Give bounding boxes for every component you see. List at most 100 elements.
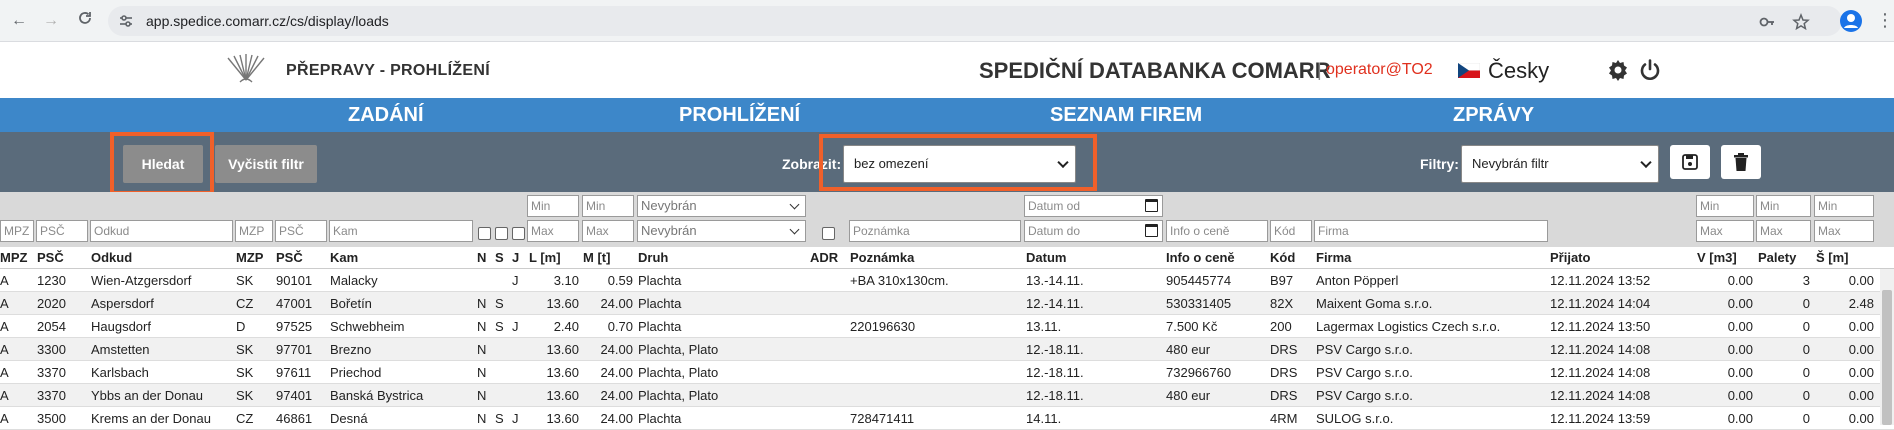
- col-header-adr[interactable]: ADR: [810, 250, 838, 265]
- table-row[interactable]: A 2054 Haugsdorf D 97525 Schwebheim N S J 2.40 0.7…: [0, 315, 1894, 338]
- psc-to-input[interactable]: PSČ: [275, 220, 327, 242]
- price-info-input[interactable]: Info o ceně: [1166, 220, 1268, 242]
- mpz-input[interactable]: MPZ: [0, 220, 34, 242]
- col-header-mpz[interactable]: MPZ: [0, 250, 27, 265]
- col-header-n[interactable]: N: [477, 250, 486, 265]
- cell-kam: Banská Bystrica: [330, 388, 424, 403]
- pallets-min-input[interactable]: Min: [1756, 195, 1811, 217]
- col-header-s[interactable]: S: [495, 250, 504, 265]
- weight-max-input[interactable]: Max: [582, 220, 634, 242]
- mzp-input[interactable]: MZP: [235, 220, 273, 242]
- table-row[interactable]: A 1230 Wien-Atzgersdorf SK 90101 Malacky J 3.10…: [0, 269, 1894, 292]
- date-to-value: Datum do: [1028, 224, 1081, 238]
- cell-mpz: A: [0, 411, 9, 426]
- col-header-kod[interactable]: Kód: [1270, 250, 1295, 265]
- table-row[interactable]: A 2020 Aspersdorf CZ 47001 Bořetín N S 13.60 24.0…: [0, 292, 1894, 315]
- cell-psc: 2054: [37, 319, 66, 334]
- volume-min-input[interactable]: Min: [1696, 195, 1754, 217]
- nav-item-zadani[interactable]: ZADÁNÍ: [348, 104, 424, 127]
- filters-label: Filtry:: [1420, 156, 1459, 172]
- col-header-odkud[interactable]: Odkud: [91, 250, 132, 265]
- col-header-psc-to[interactable]: PSČ: [276, 250, 303, 265]
- nav-item-zpravy[interactable]: ZPRÁVY: [1453, 104, 1534, 127]
- calendar-icon[interactable]: [1145, 199, 1158, 212]
- kebab-menu-icon[interactable]: ⋮: [1876, 10, 1894, 31]
- table-row[interactable]: A 3500 Krems an der Donau CZ 46861 Desná N S J 13…: [0, 407, 1894, 430]
- profile-icon[interactable]: [1840, 10, 1862, 32]
- col-header-psc[interactable]: PSČ: [37, 250, 64, 265]
- psc-from-input[interactable]: PSČ: [36, 220, 88, 242]
- site-settings-icon[interactable]: [118, 13, 134, 29]
- gear-icon[interactable]: [1606, 58, 1630, 82]
- date-to-input[interactable]: Datum do: [1024, 220, 1163, 242]
- language-selector[interactable]: Česky: [1488, 58, 1549, 84]
- cell-mpz: A: [0, 342, 9, 357]
- col-header-width[interactable]: Š [m]: [1816, 250, 1849, 265]
- nav-item-prohlizeni[interactable]: PROHLÍŽENÍ: [679, 104, 800, 127]
- col-header-datum[interactable]: Datum: [1026, 250, 1066, 265]
- col-header-druh[interactable]: Druh: [638, 250, 668, 265]
- col-header-j[interactable]: J: [512, 250, 519, 265]
- druh-select-bottom-value: Nevybrán: [641, 223, 697, 238]
- logo-icon[interactable]: [220, 52, 272, 86]
- checkbox-adr[interactable]: [822, 227, 835, 240]
- kam-input[interactable]: Kam: [329, 220, 473, 242]
- star-icon[interactable]: [1792, 13, 1810, 31]
- table-row[interactable]: A 3300 Amstetten SK 97701 Brezno N 13.60 24.00 Pl…: [0, 338, 1894, 361]
- volume-max-input[interactable]: Max: [1696, 220, 1754, 242]
- back-arrow-icon[interactable]: ←: [8, 10, 30, 32]
- cell-prijato: 12.11.2024 14:08: [1550, 365, 1651, 380]
- poznamka-input[interactable]: Poznámka: [849, 220, 1021, 242]
- flag-cz-icon[interactable]: [1458, 63, 1480, 78]
- col-header-weight[interactable]: M [t]: [583, 250, 610, 265]
- checkbox-s[interactable]: [495, 227, 508, 240]
- table-row[interactable]: A 3370 Ybbs an der Donau SK 97401 Banská Byst…: [0, 384, 1894, 407]
- delete-filter-button[interactable]: [1721, 145, 1761, 179]
- length-max-input[interactable]: Max: [527, 220, 579, 242]
- cell-kod: B97: [1270, 273, 1294, 288]
- col-header-mzp[interactable]: MZP: [236, 250, 263, 265]
- cell-n: N: [477, 411, 487, 426]
- druh-select-top[interactable]: Nevybrán: [637, 195, 806, 217]
- druh-select-bottom[interactable]: Nevybrán: [637, 220, 806, 242]
- col-header-prijato[interactable]: Přijato: [1550, 250, 1590, 265]
- cell-mzp: SK: [236, 342, 254, 357]
- col-header-firma[interactable]: Firma: [1316, 250, 1351, 265]
- checkbox-j[interactable]: [512, 227, 525, 240]
- weight-min-input[interactable]: Min: [582, 195, 634, 217]
- width-min-input[interactable]: Min: [1814, 195, 1874, 217]
- length-min-input[interactable]: Min: [527, 195, 579, 217]
- cell-info: 905445774: [1166, 273, 1232, 288]
- checkbox-n[interactable]: [478, 227, 491, 240]
- pallets-max-input[interactable]: Max: [1756, 220, 1811, 242]
- scrollbar-thumb[interactable]: [1882, 290, 1892, 425]
- operator-label[interactable]: operator@TO2: [1326, 61, 1433, 79]
- reload-icon[interactable]: [74, 10, 96, 32]
- filters-select[interactable]: Nevybrán filtr: [1461, 145, 1659, 183]
- cell-width: 0.00: [1848, 365, 1874, 380]
- col-header-length[interactable]: L [m]: [529, 250, 561, 265]
- col-header-info[interactable]: Info o ceně: [1166, 250, 1235, 265]
- calendar-icon[interactable]: [1145, 224, 1158, 237]
- cell-druh: Plachta: [638, 319, 682, 334]
- cell-prijato: 12.11.2024 14:08: [1550, 342, 1651, 357]
- forward-arrow-icon[interactable]: →: [40, 10, 62, 32]
- address-bar[interactable]: app.spedice.comarr.cz/cs/display/loads: [108, 6, 1842, 36]
- code-input[interactable]: Kód: [1270, 220, 1312, 242]
- col-header-poznamka[interactable]: Poznámka: [850, 250, 914, 265]
- save-filter-button[interactable]: [1670, 145, 1710, 179]
- nav-item-seznam-firem[interactable]: SEZNAM FIREM: [1050, 104, 1202, 127]
- width-max-input[interactable]: Max: [1814, 220, 1874, 242]
- odkud-input[interactable]: Odkud: [90, 220, 233, 242]
- col-header-volume[interactable]: V [m3]: [1697, 250, 1737, 265]
- cell-psc-to: 97701: [276, 342, 313, 357]
- firma-input[interactable]: Firma: [1314, 220, 1548, 242]
- power-icon[interactable]: [1638, 58, 1662, 82]
- url-text[interactable]: app.spedice.comarr.cz/cs/display/loads: [146, 13, 389, 29]
- key-icon[interactable]: [1758, 13, 1776, 31]
- table-row[interactable]: A 3370 Karlsbach SK 97611 Priechod N 13.60 24.00…: [0, 361, 1894, 384]
- date-from-input[interactable]: Datum od: [1024, 195, 1163, 217]
- col-header-kam[interactable]: Kam: [330, 250, 358, 265]
- clear-filter-button[interactable]: Vyčistit filtr: [215, 145, 317, 183]
- col-header-pallets[interactable]: Palety: [1758, 250, 1796, 265]
